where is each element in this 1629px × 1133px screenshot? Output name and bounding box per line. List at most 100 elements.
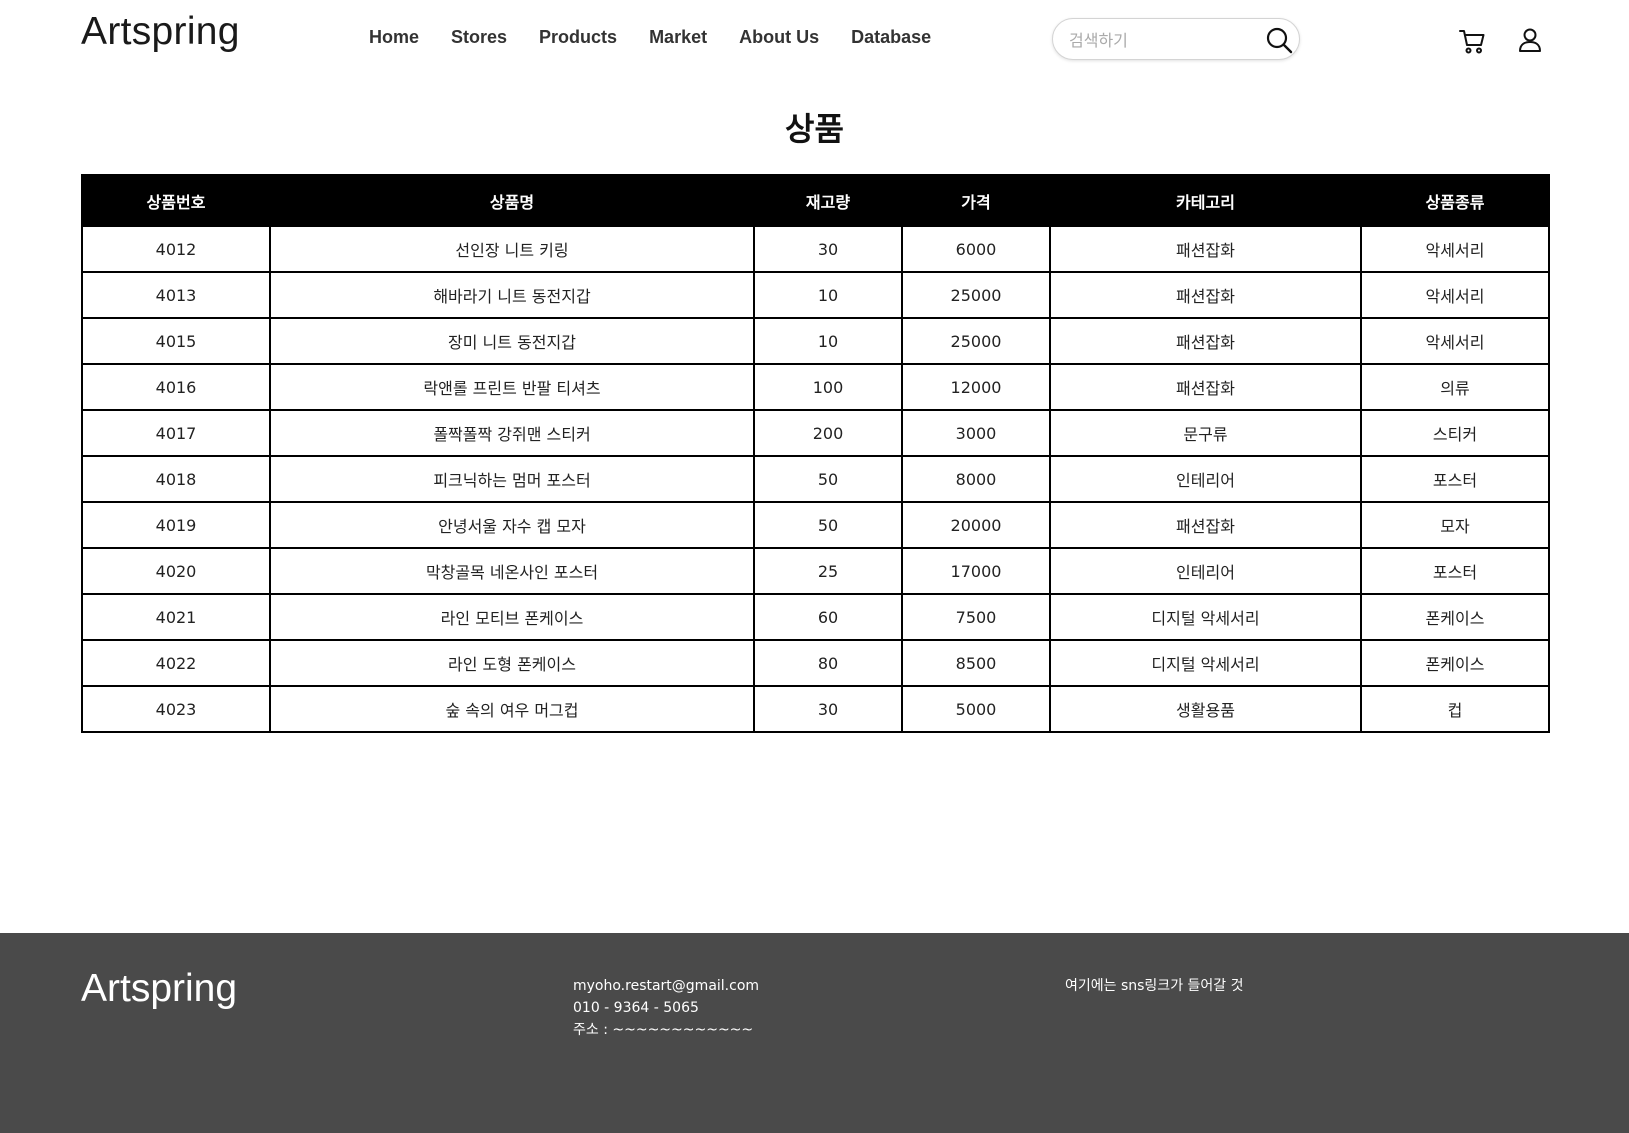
- table-cell: 안녕서울 자수 캡 모자: [269, 501, 755, 549]
- table-cell: 악세서리: [1360, 225, 1550, 273]
- table-cell: 스티커: [1360, 409, 1550, 457]
- nav-market[interactable]: Market: [649, 27, 707, 48]
- table-cell: 포스터: [1360, 455, 1550, 503]
- footer-phone: 010 - 9364 - 5065: [573, 1000, 699, 1016]
- nav-stores[interactable]: Stores: [451, 27, 507, 48]
- table-cell: 4015: [81, 317, 271, 365]
- table-cell: 폰케이스: [1360, 593, 1550, 641]
- table-cell: 4017: [81, 409, 271, 457]
- page-title: 상품: [785, 110, 844, 148]
- table-cell: 라인 모티브 폰케이스: [269, 593, 755, 641]
- table-cell: 악세서리: [1360, 317, 1550, 365]
- footer-contact: myoho.restart@gmail.com 010 - 9364 - 506…: [573, 975, 759, 1041]
- table-cell: 30: [753, 225, 903, 273]
- table-row: 4020 막창골목 네온사인 포스터 25 17000 인테리어 포스터: [81, 547, 1550, 595]
- table-cell: 4013: [81, 271, 271, 319]
- table-cell: 30: [753, 685, 903, 733]
- table-cell: 인테리어: [1049, 547, 1362, 595]
- table-cell: 7500: [901, 593, 1051, 641]
- table-cell: 60: [753, 593, 903, 641]
- table-cell: 의류: [1360, 363, 1550, 411]
- table-row: 4018 피크닉하는 멈머 포스터 50 8000 인테리어 포스터: [81, 455, 1550, 503]
- table-cell: 폴짝폴짝 강쥐맨 스티커: [269, 409, 755, 457]
- table-row: 4021 라인 모티브 폰케이스 60 7500 디지털 악세서리 폰케이스: [81, 593, 1550, 641]
- table-row: 4023 숲 속의 여우 머그컵 30 5000 생활용품 컵: [81, 685, 1550, 733]
- table-cell: 모자: [1360, 501, 1550, 549]
- table-cell: 문구류: [1049, 409, 1362, 457]
- table-cell: 패션잡화: [1049, 501, 1362, 549]
- table-cell: 6000: [901, 225, 1051, 273]
- table-cell: 장미 니트 동전지갑: [269, 317, 755, 365]
- table-cell: 4012: [81, 225, 271, 273]
- column-header-price: 가격: [901, 174, 1051, 227]
- table-cell: 패션잡화: [1049, 225, 1362, 273]
- table-cell: 디지털 악세서리: [1049, 639, 1362, 687]
- table-cell: 포스터: [1360, 547, 1550, 595]
- table-cell: 인테리어: [1049, 455, 1362, 503]
- site-header: Artspring Home Stores Products Market Ab…: [0, 0, 1629, 80]
- table-cell: 락앤롤 프린트 반팔 티셔츠: [269, 363, 755, 411]
- table-cell: 피크닉하는 멈머 포스터: [269, 455, 755, 503]
- nav-database[interactable]: Database: [851, 27, 931, 48]
- table-cell: 5000: [901, 685, 1051, 733]
- nav-home[interactable]: Home: [369, 27, 419, 48]
- search-icon[interactable]: [1265, 26, 1293, 54]
- column-header-product-name: 상품명: [269, 174, 755, 227]
- table-cell: 해바라기 니트 동전지갑: [269, 271, 755, 319]
- table-row: 4015 장미 니트 동전지갑 10 25000 패션잡화 악세서리: [81, 317, 1550, 365]
- column-header-category: 카테고리: [1049, 174, 1362, 227]
- search-input[interactable]: [1067, 27, 1251, 53]
- table-cell: 3000: [901, 409, 1051, 457]
- table-row: 4016 락앤롤 프린트 반팔 티셔츠 100 12000 패션잡화 의류: [81, 363, 1550, 411]
- table-cell: 4021: [81, 593, 271, 641]
- table-cell: 12000: [901, 363, 1051, 411]
- footer-email: myoho.restart@gmail.com: [573, 978, 760, 994]
- table-cell: 선인장 니트 키링: [269, 225, 755, 273]
- table-cell: 패션잡화: [1049, 363, 1362, 411]
- table-cell: 8500: [901, 639, 1051, 687]
- table-cell: 패션잡화: [1049, 317, 1362, 365]
- table-cell: 17000: [901, 547, 1051, 595]
- table-cell: 25: [753, 547, 903, 595]
- user-icon[interactable]: [1516, 26, 1544, 54]
- nav-about-us[interactable]: About Us: [739, 27, 819, 48]
- table-cell: 패션잡화: [1049, 271, 1362, 319]
- nav-products[interactable]: Products: [539, 27, 617, 48]
- table-cell: 폰케이스: [1360, 639, 1550, 687]
- table-cell: 10: [753, 271, 903, 319]
- table-cell: 25000: [901, 317, 1051, 365]
- table-row: 4022 라인 도형 폰케이스 80 8500 디지털 악세서리 폰케이스: [81, 639, 1550, 687]
- table-cell: 4019: [81, 501, 271, 549]
- table-cell: 25000: [901, 271, 1051, 319]
- table-cell: 4022: [81, 639, 271, 687]
- table-cell: 8000: [901, 455, 1051, 503]
- table-header-row: 상품번호 상품명 재고량 가격 카테고리 상품종류: [81, 174, 1550, 227]
- table-cell: 4016: [81, 363, 271, 411]
- table-row: 4017 폴짝폴짝 강쥐맨 스티커 200 3000 문구류 스티커: [81, 409, 1550, 457]
- table-row: 4019 안녕서울 자수 캡 모자 50 20000 패션잡화 모자: [81, 501, 1550, 549]
- table-cell: 200: [753, 409, 903, 457]
- table-cell: 50: [753, 455, 903, 503]
- products-table: 상품번호 상품명 재고량 가격 카테고리 상품종류 4012 선인장 니트 키링 3…: [81, 174, 1550, 733]
- footer-sns: 여기에는 sns링크가 들어갈 것: [1065, 978, 1244, 994]
- column-header-product-id: 상품번호: [81, 174, 271, 227]
- table-cell: 10: [753, 317, 903, 365]
- table-cell: 생활용품: [1049, 685, 1362, 733]
- footer-logo: Artspring: [81, 967, 238, 1010]
- table-cell: 100: [753, 363, 903, 411]
- table-cell: 20000: [901, 501, 1051, 549]
- table-row: 4012 선인장 니트 키링 30 6000 패션잡화 악세서리: [81, 225, 1550, 273]
- cart-icon[interactable]: [1458, 27, 1486, 55]
- footer-address: 주소 : ~~~~~~~~~~~~: [573, 1022, 754, 1038]
- logo[interactable]: Artspring: [81, 10, 240, 54]
- table-cell: 악세서리: [1360, 271, 1550, 319]
- search-box: [1052, 18, 1300, 60]
- site-footer: Artspring myoho.restart@gmail.com 010 - …: [0, 933, 1629, 1133]
- table-cell: 숲 속의 여우 머그컵: [269, 685, 755, 733]
- table-cell: 4020: [81, 547, 271, 595]
- column-header-product-type: 상품종류: [1360, 174, 1550, 227]
- table-cell: 디지털 악세서리: [1049, 593, 1362, 641]
- table-cell: 4023: [81, 685, 271, 733]
- table-row: 4013 해바라기 니트 동전지갑 10 25000 패션잡화 악세서리: [81, 271, 1550, 319]
- column-header-stock: 재고량: [753, 174, 903, 227]
